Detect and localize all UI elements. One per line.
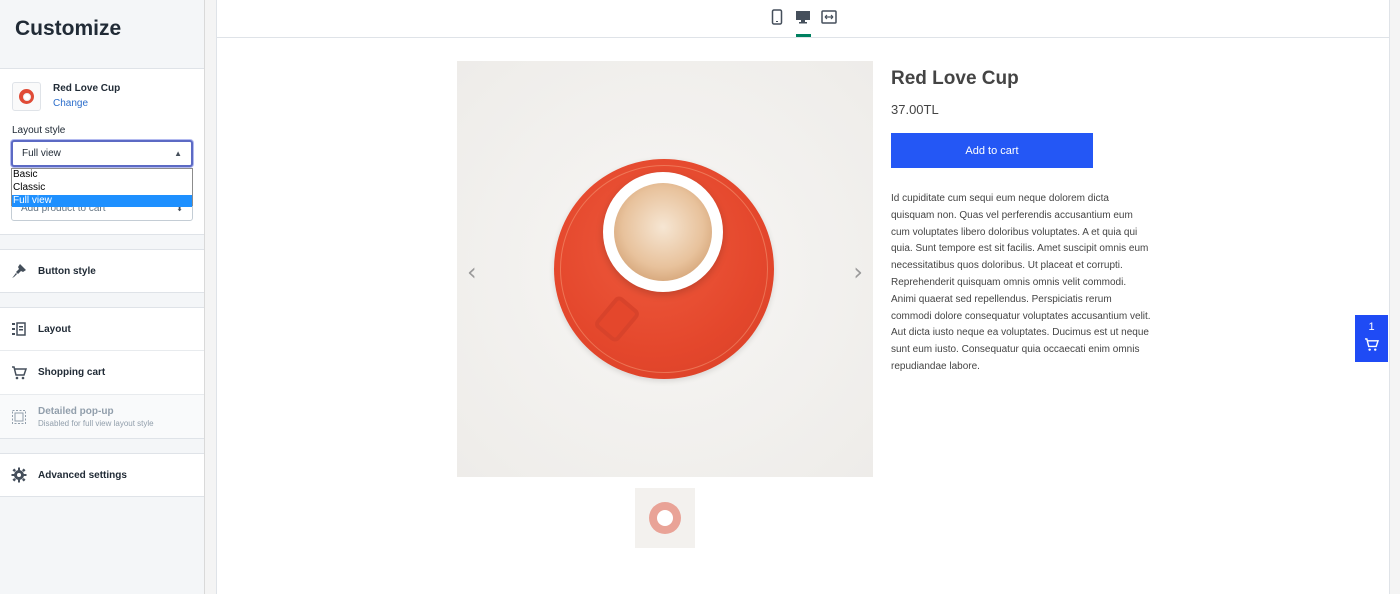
cart-icon — [1364, 337, 1380, 357]
fullwidth-view-button[interactable] — [820, 9, 838, 30]
option-full-view[interactable]: Full view — [12, 194, 192, 208]
product-image-gallery: ‹ › — [457, 61, 873, 477]
option-classic[interactable]: Classic — [12, 182, 192, 195]
sidebar-item-label: Button style — [38, 265, 96, 277]
layout-style-label: Layout style — [12, 125, 66, 136]
previous-image-arrow-icon[interactable]: ‹ — [467, 258, 477, 286]
sidebar-item-label: Layout — [38, 323, 71, 335]
cart-icon — [0, 365, 38, 381]
sidebar-item-sublabel: Disabled for full view layout style — [38, 418, 154, 428]
sidebar-item-label: Advanced settings — [38, 469, 127, 481]
layout-style-select[interactable]: Full view ▲ — [11, 140, 193, 167]
product-name: Red Love Cup — [53, 83, 121, 94]
store-preview: ‹ › Red Love Cup 37.00TL Add to cart Id … — [216, 0, 1390, 594]
device-toolbar — [217, 0, 1389, 38]
sidebar-item-detailed-popup: Detailed pop-up Disabled for full view l… — [0, 395, 204, 439]
product-description: Id cupiditate cum sequi eum neque dolore… — [891, 193, 1151, 372]
select-arrows-icon: ▲ — [174, 149, 182, 158]
product-thumbnail — [12, 82, 41, 111]
page-title: Customize — [15, 17, 122, 40]
product-price: 37.00TL — [891, 102, 939, 117]
layout-style-value: Full view — [22, 148, 61, 159]
product-section: Red Love Cup Change Layout style Full vi… — [0, 68, 204, 235]
sidebar-item-label: Shopping cart — [38, 367, 106, 378]
product-thumbnail-image[interactable] — [635, 488, 695, 548]
product-title: Red Love Cup — [891, 68, 1019, 89]
desktop-icon — [795, 9, 811, 30]
popup-icon — [0, 409, 38, 425]
add-to-cart-button[interactable]: Add to cart — [891, 133, 1093, 168]
sidebar-item-layout[interactable]: Layout — [0, 307, 204, 351]
layout-icon — [0, 321, 38, 337]
mobile-icon — [771, 8, 783, 30]
change-product-link[interactable]: Change — [53, 98, 88, 109]
floating-cart-button[interactable]: 1 — [1355, 315, 1388, 362]
mobile-view-button[interactable] — [768, 8, 786, 30]
gear-icon — [0, 467, 38, 483]
option-basic[interactable]: Basic — [12, 169, 192, 182]
cart-count-badge: 1 — [1368, 320, 1375, 333]
sidebar: Customize Red Love Cup Change Layout sty… — [0, 0, 205, 594]
sidebar-item-label: Detailed pop-up — [38, 405, 114, 417]
layout-style-dropdown: Basic Classic Full view — [11, 168, 193, 208]
active-device-indicator — [796, 34, 811, 37]
sidebar-item-advanced-settings[interactable]: Advanced settings — [0, 453, 204, 497]
desktop-view-button[interactable] — [794, 10, 812, 28]
paint-brush-icon — [0, 263, 38, 279]
sidebar-item-button-style[interactable]: Button style — [0, 249, 204, 293]
expand-icon — [821, 9, 837, 30]
sidebar-item-shopping-cart[interactable]: Shopping cart — [0, 351, 204, 395]
next-image-arrow-icon[interactable]: › — [853, 258, 863, 286]
